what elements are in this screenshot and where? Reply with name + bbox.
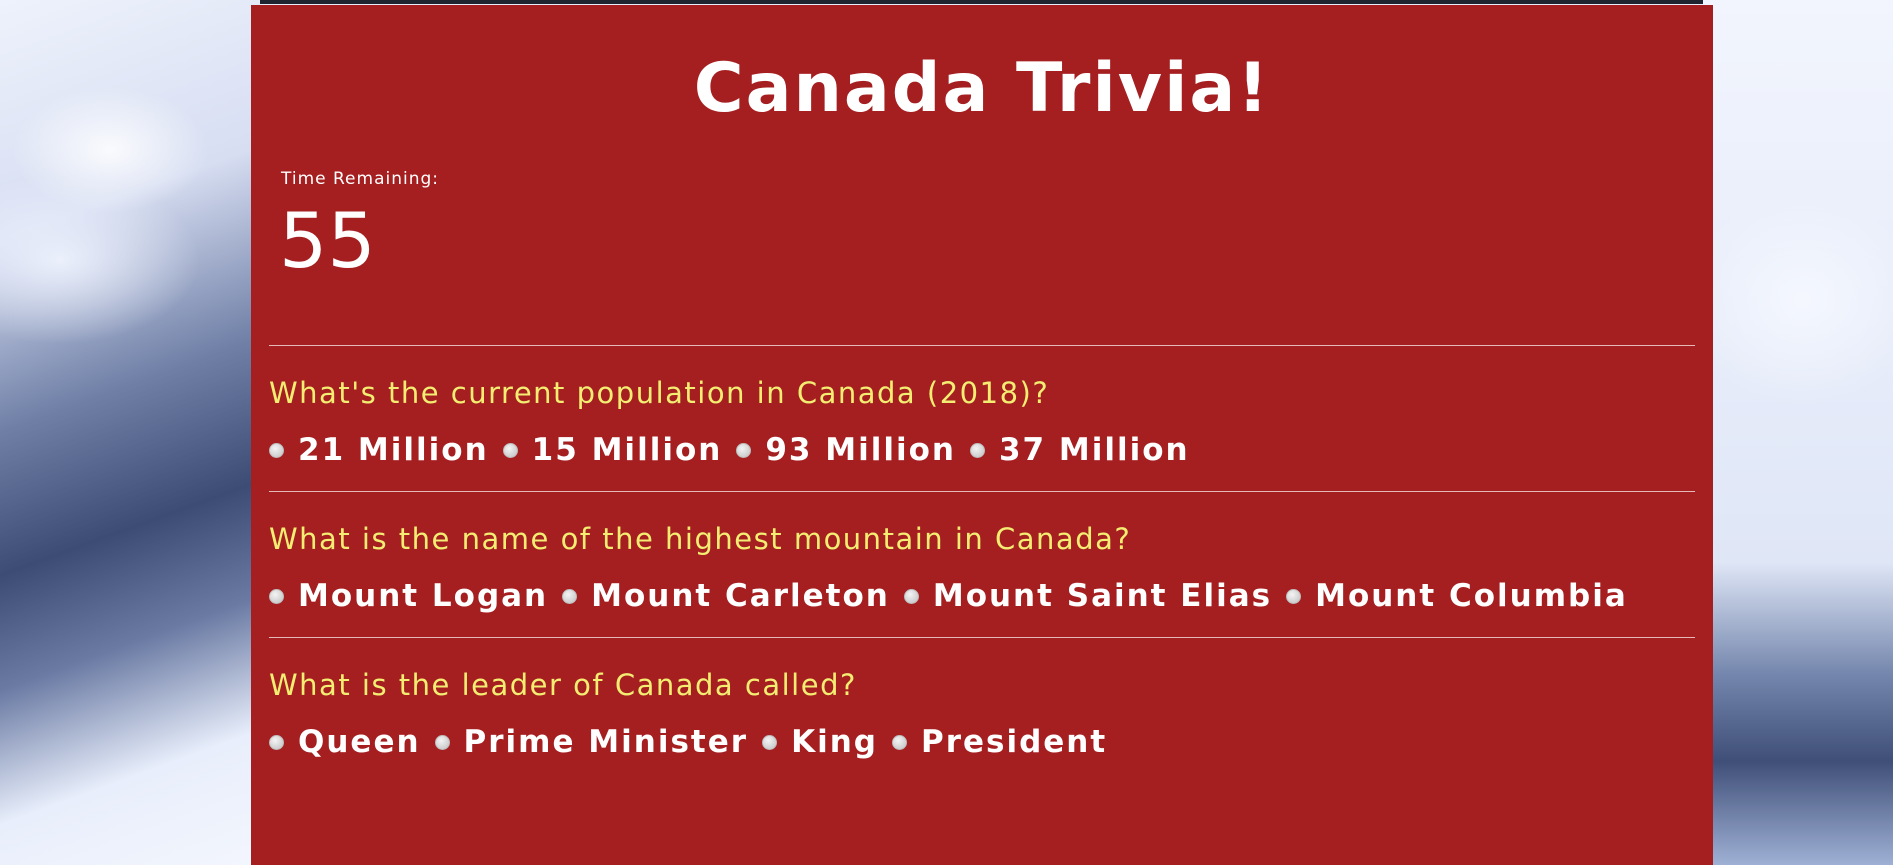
radio-button[interactable] [891, 734, 907, 750]
option-label: Queen [298, 724, 421, 760]
option-label: Mount Carleton [591, 578, 890, 614]
answer-option-king[interactable]: King [762, 724, 878, 760]
timer-value: 55 [279, 196, 376, 285]
radio-button[interactable] [269, 442, 284, 458]
mountain-background-right [1703, 0, 1893, 865]
answer-option-93-million[interactable]: 93 Million [736, 432, 956, 468]
answer-option-mount-saint-elias[interactable]: Mount Saint Elias [903, 578, 1273, 614]
question-1: What's the current population in Canada … [269, 345, 1695, 491]
page-title: Canada Trivia! [693, 49, 1271, 128]
answer-option-mount-columbia[interactable]: Mount Columbia [1286, 578, 1628, 614]
radio-button[interactable] [269, 734, 284, 750]
option-label: 15 Million [531, 432, 723, 468]
option-label: Mount Columbia [1315, 578, 1628, 614]
radio-button[interactable] [562, 588, 578, 604]
radio-button[interactable] [434, 734, 450, 750]
radio-button[interactable] [502, 442, 518, 458]
answer-option-mount-logan[interactable]: Mount Logan [269, 578, 548, 614]
radio-button[interactable] [762, 734, 778, 750]
radio-button[interactable] [736, 442, 752, 458]
answer-options: Mount Logan Mount Carleton Mount Saint E… [269, 578, 1695, 614]
question-text: What's the current population in Canada … [269, 376, 1050, 410]
radio-button[interactable] [903, 588, 919, 604]
option-label: Mount Logan [298, 578, 549, 614]
option-label: Mount Saint Elias [932, 578, 1273, 614]
answer-option-21-million[interactable]: 21 Million [269, 432, 489, 468]
radio-button[interactable] [269, 588, 284, 604]
question-2: What is the name of the highest mountain… [269, 491, 1695, 637]
answer-option-15-million[interactable]: 15 Million [502, 432, 723, 468]
option-label: 21 Million [298, 432, 489, 468]
top-border [0, 0, 1893, 4]
answer-option-mount-carleton[interactable]: Mount Carleton [562, 578, 890, 614]
option-label: Prime Minister [463, 724, 749, 760]
question-text: What is the name of the highest mountain… [269, 522, 1132, 556]
answer-option-president[interactable]: President [891, 724, 1108, 760]
question-3: What is the leader of Canada called? Que… [269, 637, 1695, 783]
answer-option-37-million[interactable]: 37 Million [969, 432, 1190, 468]
question-text: What is the leader of Canada called? [269, 668, 857, 702]
option-label: President [920, 724, 1108, 760]
option-label: 93 Million [765, 432, 956, 468]
answer-option-prime-minister[interactable]: Prime Minister [434, 724, 749, 760]
option-label: 37 Million [998, 432, 1190, 468]
answer-options: 21 Million 15 Million 93 Million 37 Mill… [269, 432, 1695, 468]
option-label: King [791, 724, 878, 760]
timer-label: Time Remaining: [281, 169, 440, 189]
answer-option-queen[interactable]: Queen [269, 724, 421, 760]
answer-options: Queen Prime Minister King President [269, 724, 1695, 760]
radio-button[interactable] [1286, 588, 1302, 604]
radio-button[interactable] [969, 442, 985, 458]
mountain-background-left [0, 0, 260, 865]
trivia-panel: Canada Trivia! Time Remaining: 55 What's… [251, 5, 1713, 865]
